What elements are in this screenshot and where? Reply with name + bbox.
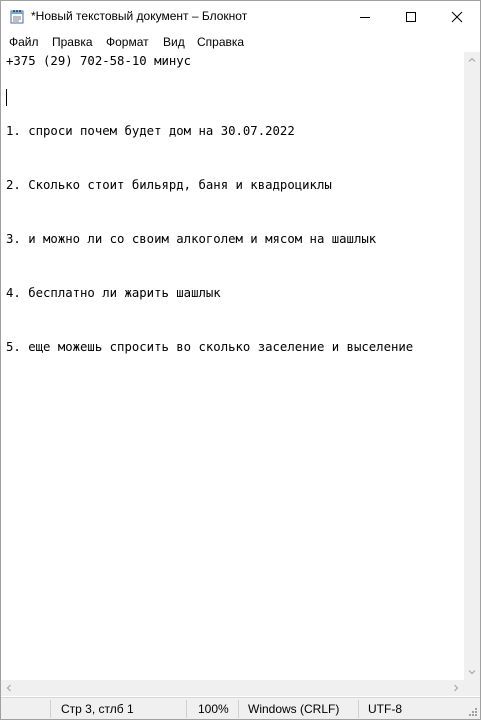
menu-file[interactable]: Файл bbox=[9, 35, 39, 49]
close-button[interactable] bbox=[434, 1, 480, 32]
text-line: 1. спроси почем будет дом на 30.07.2022 bbox=[6, 124, 295, 138]
status-separator bbox=[238, 700, 239, 718]
chevron-down-icon bbox=[468, 670, 476, 675]
status-zoom: 100% bbox=[198, 702, 229, 716]
resize-grip-icon[interactable] bbox=[468, 707, 478, 717]
vertical-scrollbar[interactable] bbox=[464, 52, 480, 680]
notepad-icon bbox=[10, 9, 24, 24]
horizontal-scrollbar[interactable] bbox=[1, 680, 464, 696]
window-title: *Новый текстовый документ – Блокнот bbox=[31, 9, 248, 23]
status-separator bbox=[186, 700, 187, 718]
scroll-up-button[interactable] bbox=[464, 52, 480, 68]
text-line: 2. Сколько стоит бильярд, баня и квадроц… bbox=[6, 178, 332, 192]
chevron-right-icon bbox=[454, 684, 459, 692]
text-editor[interactable]: +375 (29) 702-58-10 минус 1. спроси поче… bbox=[1, 52, 464, 680]
status-cursor-position: Стр 3, стлб 1 bbox=[61, 702, 134, 716]
scroll-right-button[interactable] bbox=[448, 680, 464, 696]
text-caret bbox=[6, 89, 7, 106]
menu-bar: Файл Правка Формат Вид Справка bbox=[1, 32, 480, 52]
text-line: +375 (29) 702-58-10 минус bbox=[6, 54, 192, 68]
notepad-window: *Новый текстовый документ – Блокнот Файл… bbox=[0, 0, 481, 720]
text-line: 4. бесплатно ли жарить шашлык bbox=[6, 286, 221, 300]
text-line: 3. и можно ли со своим алкоголем и мясом… bbox=[6, 232, 377, 246]
status-line-endings: Windows (CRLF) bbox=[248, 702, 340, 716]
status-separator bbox=[358, 700, 359, 718]
menu-edit[interactable]: Правка bbox=[52, 35, 93, 49]
scrollbar-corner bbox=[464, 680, 480, 696]
minimize-button[interactable] bbox=[342, 1, 388, 32]
menu-format[interactable]: Формат bbox=[106, 35, 149, 49]
scroll-left-button[interactable] bbox=[1, 680, 17, 696]
minimize-icon bbox=[360, 17, 370, 18]
menu-help[interactable]: Справка bbox=[197, 35, 244, 49]
close-icon bbox=[451, 11, 463, 23]
status-bar: Стр 3, стлб 1 100% Windows (CRLF) UTF-8 bbox=[1, 697, 480, 719]
title-bar[interactable]: *Новый текстовый документ – Блокнот bbox=[1, 1, 480, 32]
status-encoding: UTF-8 bbox=[368, 702, 402, 716]
status-separator bbox=[50, 700, 51, 718]
chevron-up-icon bbox=[468, 57, 476, 62]
text-line: 5. еще можешь спросить во сколько заселе… bbox=[6, 340, 414, 354]
chevron-left-icon bbox=[6, 684, 11, 692]
menu-view[interactable]: Вид bbox=[163, 35, 185, 49]
scroll-down-button[interactable] bbox=[464, 664, 480, 680]
maximize-button[interactable] bbox=[388, 1, 434, 32]
maximize-icon bbox=[406, 12, 416, 22]
